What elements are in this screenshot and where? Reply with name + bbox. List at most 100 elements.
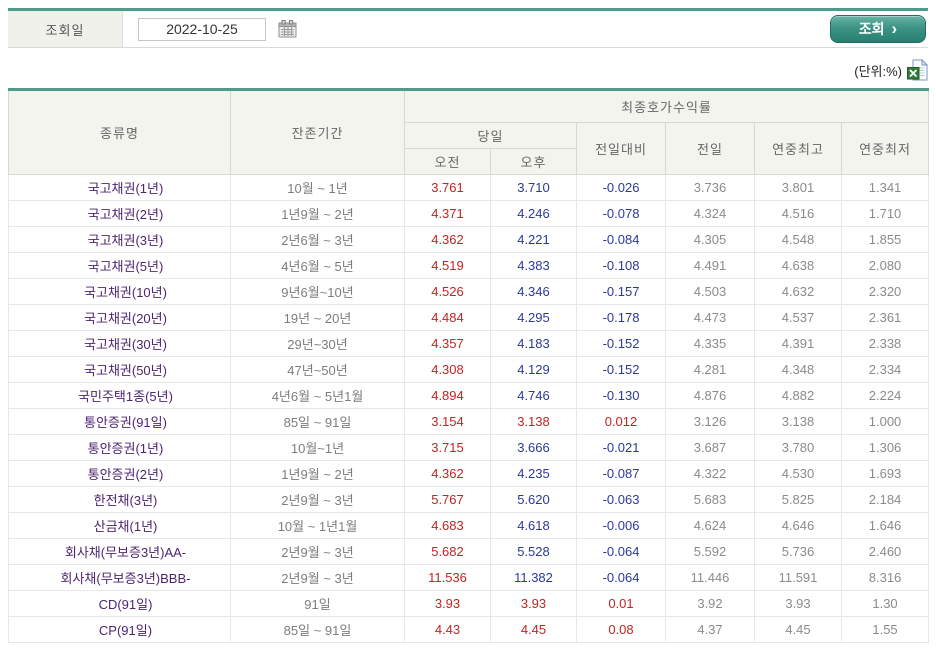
- yield-am: 4.683: [405, 513, 491, 539]
- bond-name: 국고채권(3년): [9, 227, 231, 253]
- yield-pm: 4.346: [491, 279, 577, 305]
- year-high: 4.45: [755, 617, 842, 643]
- year-low: 2.320: [842, 279, 929, 305]
- remaining-maturity: 10월~1년: [231, 435, 405, 461]
- remaining-maturity: 10월 ~ 1년: [231, 175, 405, 201]
- bond-name: 회사채(무보증3년)AA-: [9, 539, 231, 565]
- change-vs-prev-day: -0.006: [577, 513, 666, 539]
- year-low: 1.693: [842, 461, 929, 487]
- bond-name: 국고채권(5년): [9, 253, 231, 279]
- bond-name: 통안증권(2년): [9, 461, 231, 487]
- table-row: 회사채(무보증3년)BBB- 2년9월 ~ 3년 11.536 11.382 -…: [9, 565, 929, 591]
- year-low: 2.080: [842, 253, 929, 279]
- table-row: 통안증권(91일) 85일 ~ 91일 3.154 3.138 0.012 3.…: [9, 409, 929, 435]
- search-button[interactable]: 조회 ›: [830, 15, 926, 43]
- table-row: 국민주택1종(5년) 4년6월 ~ 5년1월 4.894 4.746 -0.13…: [9, 383, 929, 409]
- col-header-prev: 전일: [666, 123, 755, 175]
- table-row: 통안증권(1년) 10월~1년 3.715 3.666 -0.021 3.687…: [9, 435, 929, 461]
- prev-day-yield: 4.335: [666, 331, 755, 357]
- year-high: 4.646: [755, 513, 842, 539]
- remaining-maturity: 19년 ~ 20년: [231, 305, 405, 331]
- year-low: 1.341: [842, 175, 929, 201]
- bond-name: 통안증권(91일): [9, 409, 231, 435]
- remaining-maturity: 85일 ~ 91일: [231, 617, 405, 643]
- yield-table: 종류명 잔존기간 최종호가수익률 당일 전일대비 전일 연중최고 연중최저 오전…: [8, 88, 929, 643]
- prev-day-yield: 11.446: [666, 565, 755, 591]
- remaining-maturity: 1년9월 ~ 2년: [231, 461, 405, 487]
- table-row: 국고채권(3년) 2년6월 ~ 3년 4.362 4.221 -0.084 4.…: [9, 227, 929, 253]
- change-vs-prev-day: -0.084: [577, 227, 666, 253]
- yield-am: 4.43: [405, 617, 491, 643]
- remaining-maturity: 85일 ~ 91일: [231, 409, 405, 435]
- bond-name: CD(91일): [9, 591, 231, 617]
- year-high: 4.530: [755, 461, 842, 487]
- year-low: 2.338: [842, 331, 929, 357]
- year-high: 4.537: [755, 305, 842, 331]
- change-vs-prev-day: -0.078: [577, 201, 666, 227]
- year-high: 3.138: [755, 409, 842, 435]
- remaining-maturity: 2년9월 ~ 3년: [231, 487, 405, 513]
- excel-icon-glyph: [907, 59, 928, 81]
- prev-day-yield: 3.736: [666, 175, 755, 201]
- yield-pm: 3.666: [491, 435, 577, 461]
- remaining-maturity: 29년~30년: [231, 331, 405, 357]
- year-high: 4.348: [755, 357, 842, 383]
- prev-day-yield: 4.491: [666, 253, 755, 279]
- yield-am: 11.536: [405, 565, 491, 591]
- yield-pm: 4.183: [491, 331, 577, 357]
- col-header-today: 당일: [405, 123, 577, 149]
- remaining-maturity: 47년~50년: [231, 357, 405, 383]
- col-header-year-high: 연중최고: [755, 123, 842, 175]
- yield-pm: 11.382: [491, 565, 577, 591]
- year-high: 3.780: [755, 435, 842, 461]
- year-low: 1.646: [842, 513, 929, 539]
- table-row: 산금채(1년) 10월 ~ 1년1월 4.683 4.618 -0.006 4.…: [9, 513, 929, 539]
- yield-pm: 3.93: [491, 591, 577, 617]
- yield-am: 3.93: [405, 591, 491, 617]
- yield-am: 4.357: [405, 331, 491, 357]
- bond-name: 국고채권(1년): [9, 175, 231, 201]
- prev-day-yield: 3.92: [666, 591, 755, 617]
- yield-am: 3.761: [405, 175, 491, 201]
- date-input[interactable]: [138, 18, 266, 41]
- bond-name: 국고채권(50년): [9, 357, 231, 383]
- yield-am: 5.682: [405, 539, 491, 565]
- change-vs-prev-day: -0.108: [577, 253, 666, 279]
- bond-name: 회사채(무보증3년)BBB-: [9, 565, 231, 591]
- excel-download-icon[interactable]: [907, 59, 928, 81]
- year-high: 5.825: [755, 487, 842, 513]
- yield-am: 4.894: [405, 383, 491, 409]
- change-vs-prev-day: -0.064: [577, 539, 666, 565]
- col-header-yield-group: 최종호가수익률: [405, 90, 929, 123]
- year-low: 2.460: [842, 539, 929, 565]
- chevron-right-icon: ›: [892, 20, 898, 37]
- yield-pm: 4.235: [491, 461, 577, 487]
- yield-am: 4.362: [405, 227, 491, 253]
- change-vs-prev-day: 0.08: [577, 617, 666, 643]
- year-high: 4.632: [755, 279, 842, 305]
- bond-name: 국고채권(10년): [9, 279, 231, 305]
- table-row: 회사채(무보증3년)AA- 2년9월 ~ 3년 5.682 5.528 -0.0…: [9, 539, 929, 565]
- year-low: 8.316: [842, 565, 929, 591]
- yield-pm: 3.710: [491, 175, 577, 201]
- unit-row: (단위:%): [8, 58, 928, 82]
- table-header: 종류명 잔존기간 최종호가수익률 당일 전일대비 전일 연중최고 연중최저 오전…: [9, 90, 929, 175]
- change-vs-prev-day: 0.012: [577, 409, 666, 435]
- remaining-maturity: 4년6월 ~ 5년1월: [231, 383, 405, 409]
- bond-name: 국고채권(20년): [9, 305, 231, 331]
- year-high: 4.391: [755, 331, 842, 357]
- prev-day-yield: 5.683: [666, 487, 755, 513]
- year-high: 4.882: [755, 383, 842, 409]
- year-low: 1.55: [842, 617, 929, 643]
- unit-label: (단위:%): [854, 61, 902, 80]
- calendar-icon[interactable]: [276, 18, 299, 40]
- remaining-maturity: 2년9월 ~ 3년: [231, 565, 405, 591]
- prev-day-yield: 4.324: [666, 201, 755, 227]
- year-low: 2.184: [842, 487, 929, 513]
- col-header-change: 전일대비: [577, 123, 666, 175]
- col-header-type: 종류명: [9, 90, 231, 175]
- yield-am: 3.715: [405, 435, 491, 461]
- table-row: CP(91일) 85일 ~ 91일 4.43 4.45 0.08 4.37 4.…: [9, 617, 929, 643]
- table-row: 국고채권(10년) 9년6월~10년 4.526 4.346 -0.157 4.…: [9, 279, 929, 305]
- search-toolbar: 조회일 조회 ›: [8, 8, 928, 48]
